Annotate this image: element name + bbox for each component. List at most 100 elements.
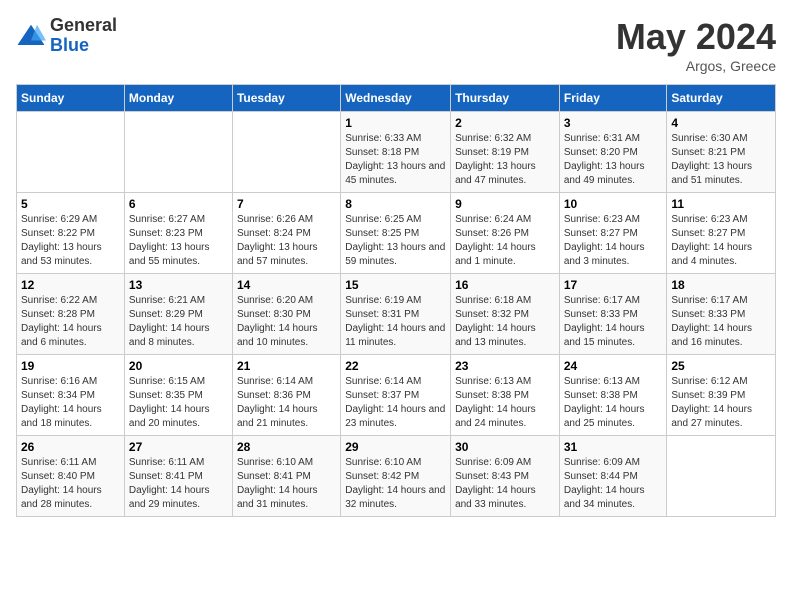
calendar-cell: 13 Sunrise: 6:21 AMSunset: 8:29 PMDayligh… [124,274,232,355]
day-info: Sunrise: 6:17 AMSunset: 8:33 PMDaylight:… [671,294,771,350]
logo-general-text: General [50,16,117,36]
day-info: Sunrise: 6:15 AMSunset: 8:35 PMDaylight:… [129,375,228,431]
day-number: 1 [345,116,446,130]
calendar-cell: 30 Sunrise: 6:09 AMSunset: 8:43 PMDayligh… [451,436,560,517]
calendar-cell: 6 Sunrise: 6:27 AMSunset: 8:23 PMDaylight… [124,193,232,274]
calendar-cell: 31 Sunrise: 6:09 AMSunset: 8:44 PMDayligh… [559,436,667,517]
day-number: 16 [455,278,555,292]
page-header: General Blue May 2024 Argos, Greece [16,16,776,74]
calendar-cell: 15 Sunrise: 6:19 AMSunset: 8:31 PMDayligh… [341,274,451,355]
day-number: 3 [564,116,663,130]
day-info: Sunrise: 6:19 AMSunset: 8:31 PMDaylight:… [345,294,446,350]
day-number: 13 [129,278,228,292]
day-number: 29 [345,440,446,454]
day-number: 31 [564,440,663,454]
calendar-cell: 18 Sunrise: 6:17 AMSunset: 8:33 PMDayligh… [667,274,776,355]
day-number: 23 [455,359,555,373]
day-of-week-header: Wednesday [341,85,451,112]
day-number: 15 [345,278,446,292]
day-info: Sunrise: 6:12 AMSunset: 8:39 PMDaylight:… [671,375,771,431]
day-info: Sunrise: 6:25 AMSunset: 8:25 PMDaylight:… [345,213,446,269]
day-number: 24 [564,359,663,373]
calendar-cell: 8 Sunrise: 6:25 AMSunset: 8:25 PMDaylight… [341,193,451,274]
calendar-cell: 25 Sunrise: 6:12 AMSunset: 8:39 PMDayligh… [667,355,776,436]
day-info: Sunrise: 6:14 AMSunset: 8:37 PMDaylight:… [345,375,446,431]
day-number: 28 [237,440,336,454]
day-of-week-header: Friday [559,85,667,112]
day-number: 30 [455,440,555,454]
day-info: Sunrise: 6:13 AMSunset: 8:38 PMDaylight:… [564,375,663,431]
day-number: 4 [671,116,771,130]
day-info: Sunrise: 6:23 AMSunset: 8:27 PMDaylight:… [564,213,663,269]
day-info: Sunrise: 6:21 AMSunset: 8:29 PMDaylight:… [129,294,228,350]
day-info: Sunrise: 6:13 AMSunset: 8:38 PMDaylight:… [455,375,555,431]
calendar-cell: 23 Sunrise: 6:13 AMSunset: 8:38 PMDayligh… [451,355,560,436]
day-info: Sunrise: 6:18 AMSunset: 8:32 PMDaylight:… [455,294,555,350]
calendar-cell: 5 Sunrise: 6:29 AMSunset: 8:22 PMDaylight… [17,193,125,274]
calendar-cell: 3 Sunrise: 6:31 AMSunset: 8:20 PMDaylight… [559,112,667,193]
day-number: 9 [455,197,555,211]
calendar-week-row: 19Sunrise: 6:16 AMSunset: 8:34 PMDayligh… [17,355,776,436]
day-number: 14 [237,278,336,292]
day-number: 10 [564,197,663,211]
day-number: 20 [129,359,228,373]
calendar-cell [17,112,125,193]
day-info: Sunrise: 6:09 AMSunset: 8:43 PMDaylight:… [455,456,555,512]
calendar-cell: 22Sunrise: 6:14 AMSunset: 8:37 PMDayligh… [341,355,451,436]
calendar-cell: 16 Sunrise: 6:18 AMSunset: 8:32 PMDayligh… [451,274,560,355]
day-number: 7 [237,197,336,211]
calendar-cell: 17 Sunrise: 6:17 AMSunset: 8:33 PMDayligh… [559,274,667,355]
day-info: Sunrise: 6:24 AMSunset: 8:26 PMDaylight:… [455,213,555,269]
calendar-cell: 27Sunrise: 6:11 AMSunset: 8:41 PMDayligh… [124,436,232,517]
calendar-cell: 26 Sunrise: 6:11 AMSunset: 8:40 PMDayligh… [17,436,125,517]
day-info: Sunrise: 6:14 AMSunset: 8:36 PMDaylight:… [237,375,336,431]
day-number: 5 [21,197,120,211]
calendar-week-row: 1 Sunrise: 6:33 AMSunset: 8:18 PMDaylight… [17,112,776,193]
day-number: 18 [671,278,771,292]
day-info: Sunrise: 6:10 AMSunset: 8:42 PMDaylight:… [345,456,446,512]
logo-icon [16,21,46,51]
day-number: 19 [21,359,120,373]
day-number: 2 [455,116,555,130]
calendar-week-row: 5 Sunrise: 6:29 AMSunset: 8:22 PMDaylight… [17,193,776,274]
calendar-cell: 1 Sunrise: 6:33 AMSunset: 8:18 PMDaylight… [341,112,451,193]
day-info: Sunrise: 6:33 AMSunset: 8:18 PMDaylight:… [345,132,446,188]
calendar-cell: 21 Sunrise: 6:14 AMSunset: 8:36 PMDayligh… [232,355,340,436]
day-info: Sunrise: 6:17 AMSunset: 8:33 PMDaylight:… [564,294,663,350]
day-info: Sunrise: 6:23 AMSunset: 8:27 PMDaylight:… [671,213,771,269]
day-info: Sunrise: 6:32 AMSunset: 8:19 PMDaylight:… [455,132,555,188]
day-info: Sunrise: 6:20 AMSunset: 8:30 PMDaylight:… [237,294,336,350]
day-number: 25 [671,359,771,373]
calendar-cell: 28Sunrise: 6:10 AMSunset: 8:41 PMDayligh… [232,436,340,517]
day-info: Sunrise: 6:26 AMSunset: 8:24 PMDaylight:… [237,213,336,269]
day-info: Sunrise: 6:27 AMSunset: 8:23 PMDaylight:… [129,213,228,269]
day-info: Sunrise: 6:11 AMSunset: 8:40 PMDaylight:… [21,456,120,512]
day-number: 27 [129,440,228,454]
day-info: Sunrise: 6:22 AMSunset: 8:28 PMDaylight:… [21,294,120,350]
logo-blue-text: Blue [50,36,117,56]
day-number: 21 [237,359,336,373]
calendar-cell: 10 Sunrise: 6:23 AMSunset: 8:27 PMDayligh… [559,193,667,274]
logo: General Blue [16,16,117,56]
calendar-cell: 4 Sunrise: 6:30 AMSunset: 8:21 PMDaylight… [667,112,776,193]
day-info: Sunrise: 6:31 AMSunset: 8:20 PMDaylight:… [564,132,663,188]
day-info: Sunrise: 6:29 AMSunset: 8:22 PMDaylight:… [21,213,120,269]
day-info: Sunrise: 6:09 AMSunset: 8:44 PMDaylight:… [564,456,663,512]
day-of-week-header: Thursday [451,85,560,112]
day-of-week-header: Saturday [667,85,776,112]
day-of-week-header: Monday [124,85,232,112]
day-number: 11 [671,197,771,211]
day-info: Sunrise: 6:30 AMSunset: 8:21 PMDaylight:… [671,132,771,188]
calendar-cell: 11 Sunrise: 6:23 AMSunset: 8:27 PMDayligh… [667,193,776,274]
day-of-week-header: Tuesday [232,85,340,112]
calendar-cell: 14 Sunrise: 6:20 AMSunset: 8:30 PMDayligh… [232,274,340,355]
calendar-week-row: 26 Sunrise: 6:11 AMSunset: 8:40 PMDayligh… [17,436,776,517]
calendar-cell: 12Sunrise: 6:22 AMSunset: 8:28 PMDayligh… [17,274,125,355]
day-number: 8 [345,197,446,211]
calendar-cell: 7 Sunrise: 6:26 AMSunset: 8:24 PMDaylight… [232,193,340,274]
day-number: 17 [564,278,663,292]
day-number: 6 [129,197,228,211]
calendar-week-row: 12Sunrise: 6:22 AMSunset: 8:28 PMDayligh… [17,274,776,355]
calendar-cell: 19Sunrise: 6:16 AMSunset: 8:34 PMDayligh… [17,355,125,436]
day-number: 26 [21,440,120,454]
